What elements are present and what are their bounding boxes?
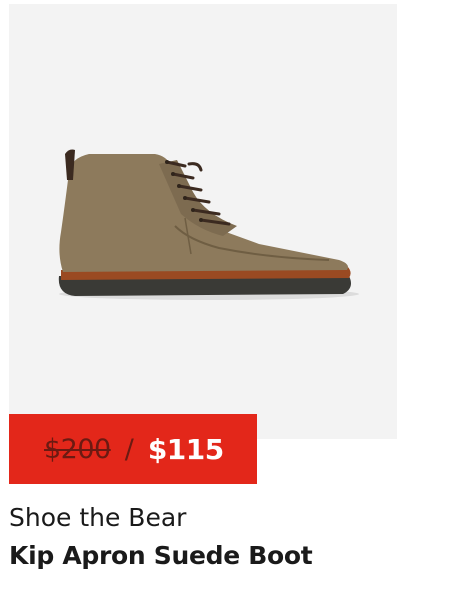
sale-price: $115 — [147, 432, 224, 466]
boot-illustration — [58, 149, 359, 300]
product-card[interactable]: $200 / $115 Shoe the Bear Kip Apron Sued… — [0, 0, 463, 608]
brand-name[interactable]: Shoe the Bear — [9, 503, 186, 532]
original-price: $200 — [44, 433, 111, 465]
product-image[interactable] — [9, 4, 397, 439]
product-title[interactable]: Kip Apron Suede Boot — [9, 541, 313, 570]
price-badge: $200 / $115 — [9, 414, 257, 484]
price-separator: / — [124, 433, 134, 465]
